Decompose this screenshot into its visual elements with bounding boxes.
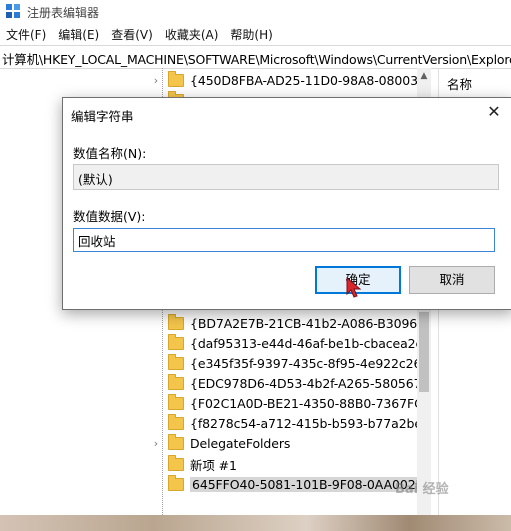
value-data-input[interactable] bbox=[73, 228, 495, 252]
tree-item[interactable]: {F02C1A0D-BE21-4350-88B0-7367FC96E bbox=[150, 393, 431, 413]
scroll-thumb[interactable] bbox=[419, 312, 429, 392]
tree-item-label: DelegateFolders bbox=[190, 435, 291, 451]
cancel-button[interactable]: 取消 bbox=[409, 266, 495, 294]
menu-favorites[interactable]: 收藏夹(A) bbox=[159, 23, 225, 45]
menu-bar: 文件(F) 编辑(E) 查看(V) 收藏夹(A) 帮助(H) bbox=[0, 23, 511, 45]
folder-icon bbox=[168, 353, 184, 370]
tree-item[interactable]: {daf95313-e44d-46af-be1b-cbacea2c30 bbox=[150, 333, 431, 353]
menu-edit[interactable]: 编辑(E) bbox=[52, 23, 105, 45]
title-bar: 注册表编辑器 bbox=[0, 0, 511, 22]
window-title: 注册表编辑器 bbox=[27, 6, 100, 20]
address-path[interactable]: 计算机\HKEY_LOCAL_MACHINE\SOFTWARE\Microsof… bbox=[2, 49, 511, 68]
folder-icon bbox=[168, 393, 184, 410]
tree-item-label: 新项 #1 bbox=[190, 457, 237, 473]
background-photo bbox=[0, 515, 511, 531]
edit-string-dialog: 编辑字符串 ✕ 数值名称(N): (默认) 数值数据(V): 确定 取消 bbox=[62, 97, 511, 310]
menu-file[interactable]: 文件(F) bbox=[0, 23, 52, 45]
folder-icon bbox=[168, 413, 184, 430]
tree-item-label: {F02C1A0D-BE21-4350-88B0-7367FC96E bbox=[190, 395, 431, 411]
watermark: Bai 经验 bbox=[395, 482, 449, 497]
folder-icon bbox=[168, 373, 184, 390]
folder-icon bbox=[168, 333, 184, 350]
close-icon[interactable]: ✕ bbox=[481, 101, 507, 123]
tree-item[interactable]: {EDC978D6-4D53-4b2f-A265-5805674B bbox=[150, 373, 431, 393]
tree-item-label: {e345f35f-9397-435c-8f95-4e922c26259 bbox=[190, 355, 431, 371]
tree-item-label: {BD7A2E7B-21CB-41b2-A086-B3096800 bbox=[190, 315, 431, 331]
address-bar[interactable]: 计算机\HKEY_LOCAL_MACHINE\SOFTWARE\Microsof… bbox=[0, 45, 511, 69]
tree-item-selected[interactable]: 645FFO40-5081-101B-9F08-0AA002F954 bbox=[150, 474, 431, 494]
expand-icon[interactable]: › bbox=[150, 74, 162, 87]
tree-item[interactable]: 新项 #1 bbox=[150, 454, 237, 474]
value-name-text: (默认) bbox=[78, 172, 113, 187]
tree-item[interactable]: › DelegateFolders bbox=[150, 433, 290, 453]
tree-item[interactable]: {e345f35f-9397-435c-8f95-4e922c26259 bbox=[150, 353, 431, 373]
tree-item[interactable]: {BD7A2E7B-21CB-41b2-A086-B3096800 bbox=[150, 313, 431, 333]
folder-icon bbox=[168, 433, 184, 450]
menu-help[interactable]: 帮助(H) bbox=[224, 23, 278, 45]
tree-item-label: {daf95313-e44d-46af-be1b-cbacea2c30 bbox=[190, 335, 431, 351]
value-data-label: 数值数据(V): bbox=[73, 209, 146, 224]
value-name-field: (默认) bbox=[73, 164, 499, 190]
folder-icon bbox=[168, 313, 184, 330]
folder-icon bbox=[168, 454, 184, 471]
tree-item[interactable]: › {450D8FBA-AD25-11D0-98A8-0800361B bbox=[150, 70, 431, 90]
expand-icon[interactable]: › bbox=[150, 437, 162, 450]
tree-item-label: {450D8FBA-AD25-11D0-98A8-0800361B bbox=[190, 72, 431, 88]
regedit-app-icon bbox=[6, 4, 20, 18]
folder-icon bbox=[168, 70, 184, 87]
tree-item-label: {f8278c54-a712-415b-b593-b77a2be0d bbox=[190, 415, 431, 431]
scroll-up-arrow-icon[interactable]: ▲ bbox=[417, 68, 431, 84]
dialog-title: 编辑字符串 bbox=[71, 109, 134, 124]
folder-icon bbox=[168, 474, 184, 491]
mouse-pointer-icon bbox=[346, 277, 362, 298]
value-name-label: 数值名称(N): bbox=[73, 146, 147, 161]
tree-item-label: {EDC978D6-4D53-4b2f-A265-5805674B bbox=[190, 375, 431, 391]
menu-view[interactable]: 查看(V) bbox=[105, 23, 159, 45]
column-header-name[interactable]: 名称 bbox=[447, 74, 472, 93]
tree-item[interactable]: {f8278c54-a712-415b-b593-b77a2be0d bbox=[150, 413, 431, 433]
